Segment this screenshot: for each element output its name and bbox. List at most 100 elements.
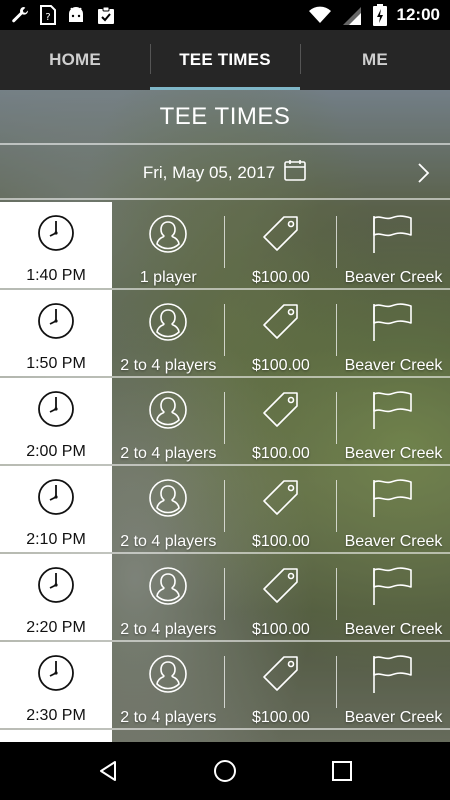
- clipboard-check-icon: [96, 5, 116, 25]
- players-cell: 2 to 4 players: [112, 642, 225, 728]
- price-cell: $100.00: [225, 290, 338, 376]
- flag-icon: [371, 478, 415, 523]
- time-cell: 2:20 PM: [0, 554, 112, 640]
- user-icon: [148, 654, 188, 699]
- players-cell: 2 to 4 players: [112, 378, 225, 464]
- flag-icon: [371, 214, 415, 259]
- wifi-icon: [308, 6, 331, 24]
- course-label: Beaver Creek: [344, 533, 443, 550]
- time-cell: 1:50 PM: [0, 290, 112, 376]
- clock-icon: [37, 566, 75, 609]
- divider: [0, 198, 450, 200]
- user-icon: [148, 390, 188, 435]
- players-label: 1 player: [139, 269, 197, 286]
- tee-time-row[interactable]: 1:40 PM 1 player $100.00 Beaver Creek: [0, 202, 450, 290]
- tee-time-label: 2:10 PM: [26, 531, 86, 548]
- tee-time-row[interactable]: 2:30 PM 2 to 4 players $100.00 Beaver Cr…: [0, 642, 450, 730]
- course-label: Beaver Creek: [344, 445, 443, 462]
- course-label: Beaver Creek: [344, 621, 443, 638]
- date-label: Fri, May 05, 2017: [142, 162, 276, 182]
- svg-text:?: ?: [45, 12, 50, 23]
- flag-icon: [371, 390, 415, 435]
- course-label: Beaver Creek: [344, 269, 443, 286]
- price-cell: $100.00: [225, 202, 338, 288]
- course-cell: Beaver Creek: [337, 554, 450, 640]
- user-icon: [148, 478, 188, 523]
- tab-divider: [150, 44, 151, 74]
- players-cell: 2 to 4 players: [112, 466, 225, 552]
- calendar-icon[interactable]: [283, 158, 307, 187]
- tee-times-screen: TEE TIMES Fri, May 05, 2017 1:40 PM 1 pl…: [0, 90, 450, 742]
- price-cell: $100.00: [225, 378, 338, 464]
- tee-time-label: 2:00 PM: [26, 443, 86, 460]
- course-cell: Beaver Creek: [337, 642, 450, 728]
- clock-icon: [37, 302, 75, 345]
- course-cell: Beaver Creek: [337, 466, 450, 552]
- players-label: 2 to 4 players: [120, 445, 217, 462]
- time-cell: [0, 730, 112, 742]
- sim-unknown-icon: ?: [40, 5, 56, 25]
- battery-charging-icon: [372, 4, 387, 26]
- user-icon: [148, 214, 188, 259]
- wrench-icon: [10, 5, 30, 25]
- price-cell: $100.00: [225, 466, 338, 552]
- tee-time-list: 1:40 PM 1 player $100.00 Beaver Creek 1:…: [0, 202, 450, 742]
- players-label: 2 to 4 players: [120, 709, 217, 726]
- tee-time-row[interactable]: 2:10 PM 2 to 4 players $100.00 Beaver Cr…: [0, 466, 450, 554]
- recents-icon[interactable]: [322, 751, 362, 791]
- tab-tee-times[interactable]: TEE TIMES: [150, 30, 300, 90]
- status-bar: ? 12:00: [0, 0, 450, 30]
- flag-icon: [371, 302, 415, 347]
- tee-time-label: 1:40 PM: [26, 267, 86, 284]
- tee-time-row[interactable]: 2:20 PM 2 to 4 players $100.00 Beaver Cr…: [0, 554, 450, 642]
- players-label: 2 to 4 players: [120, 621, 217, 638]
- clock-icon: [37, 478, 75, 521]
- tab-home[interactable]: HOME: [0, 30, 150, 90]
- price-cell: $100.00: [225, 642, 338, 728]
- tee-time-row[interactable]: 1:50 PM 2 to 4 players $100.00 Beaver Cr…: [0, 290, 450, 378]
- tee-time-label: 2:30 PM: [26, 707, 86, 724]
- course-label: Beaver Creek: [344, 709, 443, 726]
- flag-icon: [371, 566, 415, 611]
- price-tag-icon: [261, 390, 301, 435]
- flag-icon: [371, 654, 415, 699]
- time-cell: 2:10 PM: [0, 466, 112, 552]
- price-label: $100.00: [251, 445, 310, 462]
- price-label: $100.00: [251, 533, 310, 550]
- course-cell: Beaver Creek: [337, 378, 450, 464]
- course-cell: Beaver Creek: [337, 290, 450, 376]
- price-tag-icon: [261, 302, 301, 347]
- back-icon[interactable]: [88, 751, 128, 791]
- date-selector[interactable]: Fri, May 05, 2017: [0, 145, 450, 200]
- android-icon: [66, 5, 86, 25]
- page-title: TEE TIMES: [159, 103, 291, 130]
- players-cell: 1 player: [112, 202, 225, 288]
- status-time: 12:00: [396, 5, 440, 24]
- players-label: 2 to 4 players: [120, 357, 217, 374]
- time-cell: 2:00 PM: [0, 378, 112, 464]
- time-cell: 1:40 PM: [0, 202, 112, 288]
- players-cell: 2 to 4 players: [112, 554, 225, 640]
- price-tag-icon: [261, 566, 301, 611]
- price-tag-icon: [261, 654, 301, 699]
- price-label: $100.00: [251, 357, 310, 374]
- chevron-right-icon[interactable]: [416, 161, 432, 185]
- players-cell: 2 to 4 players: [112, 290, 225, 376]
- user-icon: [148, 302, 188, 347]
- course-label: Beaver Creek: [344, 357, 443, 374]
- system-nav-bar: [0, 742, 450, 800]
- tab-bar: HOME TEE TIMES ME: [0, 30, 450, 90]
- tee-time-row-partial: [0, 730, 450, 742]
- home-icon[interactable]: [205, 751, 245, 791]
- tee-time-row[interactable]: 2:00 PM 2 to 4 players $100.00 Beaver Cr…: [0, 378, 450, 466]
- tee-time-label: 2:20 PM: [26, 619, 86, 636]
- price-tag-icon: [261, 478, 301, 523]
- tab-me[interactable]: ME: [300, 30, 450, 90]
- tab-divider: [300, 44, 301, 74]
- clock-icon: [37, 654, 75, 697]
- players-label: 2 to 4 players: [120, 533, 217, 550]
- signal-icon: [341, 5, 363, 25]
- time-cell: 2:30 PM: [0, 642, 112, 728]
- price-label: $100.00: [251, 709, 310, 726]
- price-label: $100.00: [251, 621, 310, 638]
